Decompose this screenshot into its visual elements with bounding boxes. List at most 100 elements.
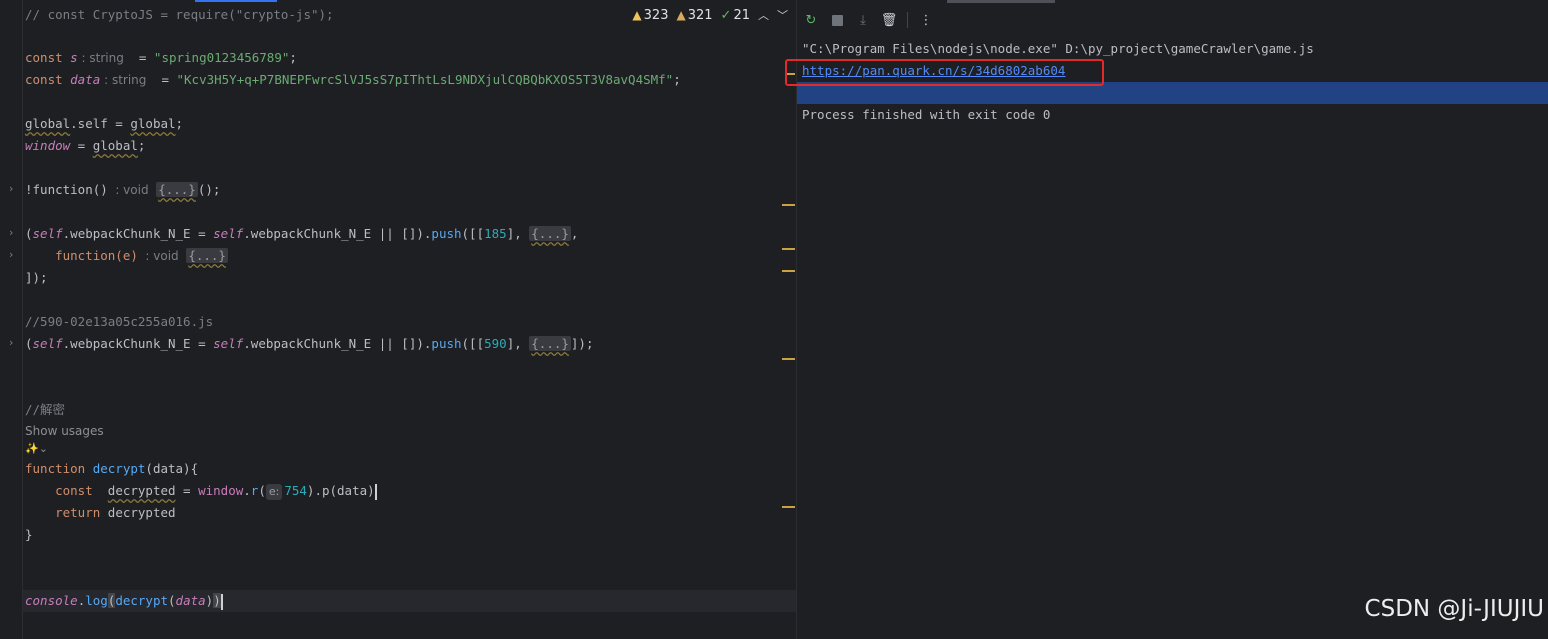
code-line-comment-decrypt[interactable]: //解密 <box>25 399 65 421</box>
method-name: log <box>85 593 108 608</box>
fold-arrow-icon[interactable]: › <box>9 248 13 261</box>
code-text: ([[ <box>461 336 485 351</box>
string-literal: "Kcv3H5Y+q+P7BNEPFwrcSlVJ5sS7pIThtLsL9ND… <box>176 72 674 87</box>
keyword: function <box>25 461 93 476</box>
parameter-hint: e: <box>265 484 283 500</box>
scroll-to-end-icon[interactable]: ⤓ <box>855 12 871 28</box>
clear-all-icon[interactable]: 🗑 <box>881 12 898 28</box>
folded-block[interactable]: {...} <box>186 248 228 263</box>
folded-block[interactable]: {...} <box>529 336 571 351</box>
number-literal: 754 <box>284 483 307 498</box>
paren: ) <box>213 593 221 608</box>
type-hint: : string <box>77 51 124 65</box>
watermark: CSDN @Ji-JIUJIU <box>1364 596 1544 622</box>
console-command-line: "C:\Program Files\nodejs\node.exe" D:\py… <box>802 41 1314 56</box>
function-name: decrypt <box>92 461 146 476</box>
number-literal: 185 <box>484 226 507 241</box>
inspections-widget[interactable]: ▲ 323 ▲ 321 ✓ 21 ︿ ﹀ <box>632 5 788 25</box>
warning-icon: ▲ <box>632 7 642 22</box>
code-text: !function() <box>25 182 116 197</box>
type-hint: : string <box>100 73 147 87</box>
code-line-webpack-push-590[interactable]: (self.webpackChunk_N_E = self.webpackChu… <box>25 333 593 355</box>
string-literal: "spring0123456789" <box>153 50 290 65</box>
identifier: global <box>130 116 176 131</box>
identifier: global <box>25 116 71 131</box>
scroll-marker[interactable] <box>782 204 795 206</box>
keyword: const <box>25 483 108 498</box>
run-toolbar: ↻ ⤓ 🗑 ⋮ <box>803 10 934 30</box>
code-line-iife[interactable]: !function() : void {...} (); <box>25 179 220 201</box>
operator: = <box>146 72 177 87</box>
show-usages-link[interactable]: Show usages <box>25 424 104 438</box>
variable-name: s <box>70 50 78 65</box>
weak-warnings-count[interactable]: ▲ 321 <box>676 8 712 23</box>
annotation-highlight-box <box>785 59 1104 86</box>
code-line-comment-crypto[interactable]: // const CryptoJS = require("crypto-js")… <box>25 4 334 26</box>
chevron-down-icon[interactable]: ﹀ <box>777 7 788 23</box>
more-options-icon[interactable]: ⋮ <box>918 12 934 28</box>
method-name: push <box>431 226 462 241</box>
code-text: .self = <box>70 116 131 131</box>
variable-name: data <box>70 72 101 87</box>
identifier: self <box>213 336 244 351</box>
paren: ( <box>168 593 176 608</box>
identifier: console <box>25 593 78 608</box>
fold-arrow-icon[interactable]: › <box>9 182 13 195</box>
semicolon: ; <box>673 72 681 87</box>
weak-warning-icon: ▲ <box>676 7 686 22</box>
ai-assistant-icon[interactable]: ✨⌄ <box>25 442 48 455</box>
identifier: data <box>175 593 206 608</box>
code-line-close-brace[interactable]: } <box>25 524 33 546</box>
code-line-return[interactable]: return decrypted <box>25 502 176 524</box>
chevron-up-icon[interactable]: ︿ <box>758 7 769 23</box>
code-editor[interactable]: ▲ 323 ▲ 321 ✓ 21 ︿ ﹀ // const CryptoJS = re… <box>0 0 796 639</box>
scroll-marker[interactable] <box>782 358 795 360</box>
folded-block[interactable]: {...} <box>529 226 571 241</box>
stop-square <box>831 14 843 26</box>
identifier: window <box>25 138 71 153</box>
code-text: .webpackChunk_N_E || []). <box>243 226 432 241</box>
variable-name: decrypted <box>107 505 176 520</box>
run-console-panel[interactable]: ↻ ⤓ 🗑 ⋮ "C:\Program Files\nodejs\node.ex… <box>785 0 1548 639</box>
code-line-console-log[interactable]: console.log(decrypt(data)) <box>23 590 796 612</box>
paren: ( <box>25 226 33 241</box>
fold-arrow-icon[interactable]: › <box>9 226 13 239</box>
toolbar-separator <box>907 12 908 28</box>
console-exit-message: Process finished with exit code 0 <box>802 107 1051 122</box>
ok-count[interactable]: ✓ 21 <box>721 8 750 23</box>
rerun-icon[interactable]: ↻ <box>803 12 819 28</box>
keyword: return <box>25 505 108 520</box>
folded-block[interactable]: {...} <box>156 182 198 197</box>
number-literal: 590 <box>484 336 507 351</box>
scroll-marker[interactable] <box>782 506 795 508</box>
code-line-webpack-push-185[interactable]: (self.webpackChunk_N_E = self.webpackChu… <box>25 223 578 245</box>
code-line-const-s[interactable]: const s : string = "spring0123456789"; <box>25 47 297 69</box>
code-text: ], <box>506 226 530 241</box>
code-line-function-decrypt[interactable]: function decrypt(data){ <box>25 458 198 480</box>
fold-arrow-icon[interactable]: › <box>9 336 13 349</box>
keyword: const <box>25 50 71 65</box>
code-text: . <box>243 483 251 498</box>
code-line-const-data[interactable]: const data : string = "Kcv3H5Y+q+P7BNEPF… <box>25 69 681 91</box>
code-line-const-decrypted[interactable]: const decrypted = window.r(e: 754).p(data… <box>25 480 377 502</box>
code-text: (data){ <box>145 461 199 476</box>
code-line-window-global[interactable]: window = global; <box>25 135 145 157</box>
active-tab-indicator <box>195 0 277 2</box>
identifier: self <box>32 226 63 241</box>
code-line-global-self[interactable]: global.self = global; <box>25 113 183 135</box>
code-line-function-e[interactable]: function(e) : void {...} <box>25 245 228 267</box>
code-line-close[interactable]: ]); <box>25 267 48 289</box>
text-caret <box>374 483 377 500</box>
code-text: ([[ <box>461 226 485 241</box>
code-text: .webpackChunk_N_E || []). <box>243 336 432 351</box>
code-line-comment-590[interactable]: //590-02e13a05c255a016.js <box>25 311 213 333</box>
paren: ( <box>25 336 33 351</box>
code-text: ).p(data) <box>306 483 375 498</box>
stop-icon[interactable] <box>829 12 845 28</box>
warnings-count[interactable]: ▲ 323 <box>632 8 668 23</box>
identifier: self <box>213 226 244 241</box>
scroll-marker[interactable] <box>782 248 795 250</box>
identifier: global <box>92 138 138 153</box>
semicolon: ; <box>289 50 297 65</box>
scroll-marker[interactable] <box>782 270 795 272</box>
